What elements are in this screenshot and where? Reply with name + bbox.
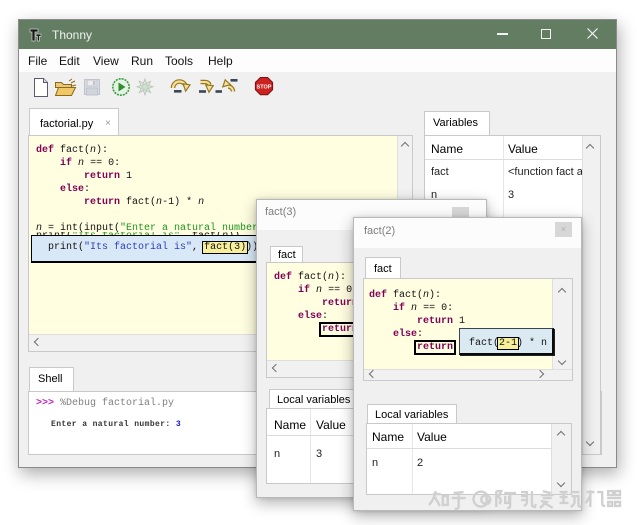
svg-text:STOP: STOP (257, 85, 272, 91)
